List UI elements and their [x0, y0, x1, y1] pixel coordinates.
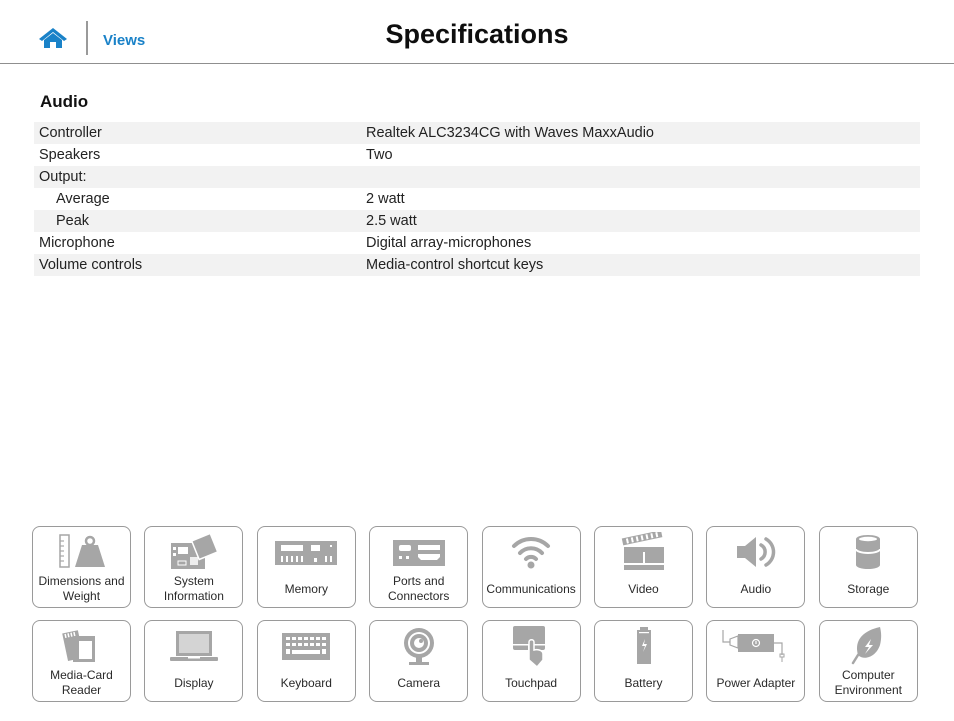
- tile-label: Communications: [486, 581, 576, 596]
- spec-label: Controller: [39, 125, 102, 141]
- spec-label: Volume controls: [39, 257, 143, 273]
- spec-row: Microphone Digital array-microphones: [34, 232, 920, 254]
- tile-label: System Information: [163, 574, 224, 603]
- tile-label: Camera: [397, 675, 441, 690]
- clapperboard-icon: [595, 531, 692, 573]
- header-bar: Views Specifications: [0, 0, 954, 64]
- section-title: Audio: [40, 92, 89, 111]
- tile-audio[interactable]: Audio: [706, 526, 806, 608]
- tile-label: Computer Environment: [834, 668, 902, 697]
- ports-icon: [370, 531, 467, 573]
- sd-card-icon: [33, 625, 130, 667]
- tile-label: Audio: [740, 581, 772, 596]
- power-adapter-icon: [707, 625, 804, 667]
- spec-value: 2.5 watt: [366, 213, 417, 229]
- tile-label: Media-Card Reader: [50, 668, 113, 697]
- spec-value: Realtek ALC3234CG with Waves MaxxAudio: [366, 125, 654, 141]
- storage-cylinder-icon: [820, 531, 917, 573]
- tile-computer-environment[interactable]: Computer Environment: [818, 620, 918, 702]
- spec-label: Speakers: [39, 147, 101, 163]
- tile-ports-and-connectors[interactable]: Ports and Connectors: [369, 526, 469, 608]
- tile-label: Power Adapter: [716, 675, 796, 690]
- spec-table: Controller Realtek ALC3234CG with Waves M…: [34, 122, 920, 276]
- spec-label: Microphone: [39, 235, 115, 251]
- tile-label: Dimensions and Weight: [38, 574, 125, 603]
- motherboard-icon: [145, 531, 242, 573]
- spec-label: Peak: [56, 213, 90, 229]
- leaf-icon: [820, 625, 917, 667]
- spec-value: Two: [366, 147, 393, 163]
- laptop-display-icon: [145, 625, 242, 667]
- tile-display[interactable]: Display: [144, 620, 244, 702]
- tile-label: Video: [628, 581, 659, 596]
- spec-row: Controller Realtek ALC3234CG with Waves M…: [34, 122, 920, 144]
- touchpad-icon: [483, 625, 580, 668]
- webcam-icon: [370, 625, 467, 667]
- tile-storage[interactable]: Storage: [818, 526, 918, 608]
- tile-camera[interactable]: Camera: [369, 620, 469, 702]
- tile-label: Memory: [284, 581, 328, 596]
- tile-video[interactable]: Video: [594, 526, 693, 608]
- tile-media-card-reader[interactable]: Media-Card Reader: [32, 620, 131, 702]
- tile-keyboard[interactable]: Keyboard: [256, 620, 356, 702]
- spec-label: Average: [56, 191, 110, 207]
- tile-system-information[interactable]: System Information: [144, 526, 244, 608]
- ruler-weight-icon: [33, 531, 130, 573]
- tile-dimensions-and-weight[interactable]: Dimensions and Weight: [32, 526, 131, 608]
- tile-memory[interactable]: Memory: [256, 526, 356, 608]
- tile-label: Ports and Connectors: [388, 574, 450, 603]
- spec-value: 2 watt: [366, 191, 405, 207]
- tile-power-adapter[interactable]: Power Adapter: [706, 620, 806, 702]
- tile-label: Display: [174, 675, 214, 690]
- spec-value: Media-control shortcut keys: [366, 257, 544, 273]
- page-title: Specifications: [385, 19, 569, 49]
- tile-label: Battery: [624, 675, 663, 690]
- tile-touchpad[interactable]: Touchpad: [481, 620, 581, 702]
- spec-label: Output:: [39, 169, 87, 185]
- spec-row: Average 2 watt: [34, 188, 920, 210]
- tile-label: Keyboard: [280, 675, 332, 690]
- keyboard-icon: [258, 625, 355, 667]
- memory-module-icon: [258, 531, 355, 573]
- tile-label: Storage: [847, 581, 890, 596]
- spec-row: Peak 2.5 watt: [34, 210, 920, 232]
- spec-value: [366, 166, 920, 188]
- speaker-icon: [707, 531, 804, 573]
- spec-row: Speakers Two: [34, 144, 920, 166]
- spec-row: Output:: [34, 166, 920, 188]
- battery-icon: [595, 625, 692, 667]
- tile-battery[interactable]: Battery: [594, 620, 693, 702]
- spec-row: Volume controls Media-control shortcut ke…: [34, 254, 920, 276]
- spec-value: Digital array-microphones: [366, 235, 532, 251]
- tile-communications[interactable]: Communications: [481, 526, 581, 608]
- wifi-icon: [483, 531, 580, 573]
- tile-label: Touchpad: [505, 675, 558, 690]
